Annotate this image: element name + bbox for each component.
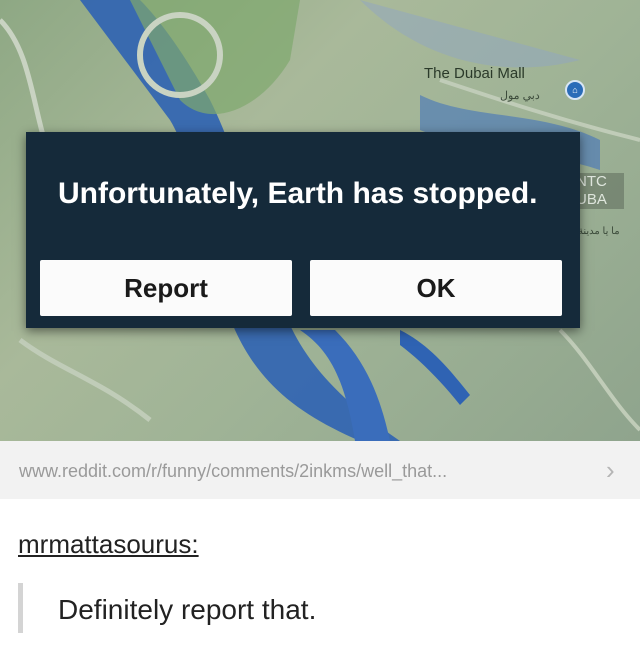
quote-bar (18, 583, 23, 633)
link-preview-bar[interactable]: www.reddit.com/r/funny/comments/2inkms/w… (0, 441, 640, 499)
reply-text: Definitely report that. (58, 594, 317, 625)
map-side-tag: NTC UBA (576, 173, 624, 209)
chevron-right-icon[interactable]: › (606, 455, 615, 486)
report-button[interactable]: Report (40, 260, 292, 316)
map-place-label-arabic: دبي مول (500, 90, 540, 102)
link-url[interactable]: www.reddit.com/r/funny/comments/2inkms/w… (19, 461, 447, 482)
map-photo: The Dubai Mall دبي مول ⌂ NTC UBA ما يا م… (0, 0, 640, 441)
post-username-link[interactable]: mrmattasourus: (18, 529, 199, 560)
shopping-bag-icon: ⌂ (565, 80, 585, 100)
dialog-message: Unfortunately, Earth has stopped. (58, 177, 538, 210)
error-dialog: Unfortunately, Earth has stopped. Report… (26, 132, 580, 328)
ok-button[interactable]: OK (310, 260, 562, 316)
map-place-label: The Dubai Mall (424, 65, 525, 82)
map-side-tag-arabic: ما يا مدينة (578, 226, 620, 237)
